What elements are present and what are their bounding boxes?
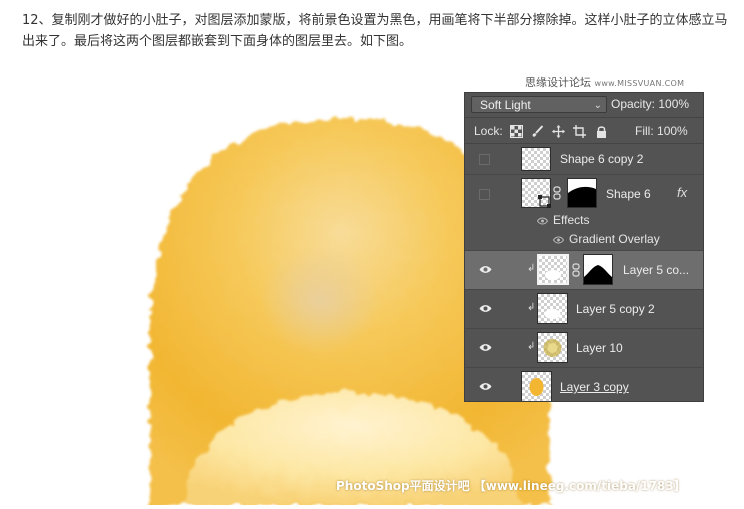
layers-panel: Soft Light ⌄ Opacity: 100% Lock: Fill: 1… (464, 92, 704, 402)
eye-icon[interactable] (479, 304, 492, 313)
layer-name: Layer 10 (576, 341, 623, 355)
layer-thumbnail (521, 178, 551, 208)
opacity-value[interactable]: 100% (658, 97, 689, 111)
layer-thumbnail (521, 371, 552, 401)
layer-name: Layer 3 copy (560, 380, 629, 394)
visibility-toggle[interactable] (479, 154, 490, 165)
layer-row-layer-3-copy[interactable]: Layer 3 copy (465, 368, 703, 401)
layer-name: Shape 6 copy 2 (560, 152, 644, 166)
tieba-watermark: PhotoShop平面设计吧 【www.lineeg.com/tieba/178… (336, 479, 686, 493)
clipping-mask-arrow-icon: ↲ (527, 302, 536, 313)
visibility-toggle[interactable] (479, 189, 490, 200)
chevron-down-icon: ⌄ (593, 100, 602, 111)
forum-watermark: 思缘设计论坛 www.MISSVUAN.COM (525, 76, 685, 89)
layer-thumbnail (537, 332, 568, 363)
lock-position-move-icon[interactable] (552, 125, 565, 138)
gradient-overlay-label: Gradient Overlay (569, 232, 660, 246)
clipping-mask-arrow-icon: ↲ (527, 341, 536, 352)
eye-icon[interactable] (537, 217, 548, 225)
fur-highlight (260, 245, 380, 355)
chain-link-icon[interactable] (553, 186, 561, 200)
lock-image-pixels-brush-icon[interactable] (531, 125, 544, 138)
layer-thumbnail (537, 254, 569, 285)
layer-row-layer-5-copy[interactable]: ↲ Layer 5 co... (465, 251, 703, 290)
blend-mode-select[interactable]: Soft Light ⌄ (471, 96, 607, 113)
layer-thumbnail (537, 293, 568, 324)
layer-name: Layer 5 copy 2 (576, 302, 655, 316)
effects-row[interactable]: Effects (465, 212, 703, 230)
fill-control[interactable]: Fill: 100% (635, 124, 688, 138)
layer-mask-thumbnail[interactable] (583, 254, 613, 285)
chain-link-icon[interactable] (572, 263, 580, 277)
panel-top-row: Soft Light ⌄ Opacity: 100% (465, 93, 703, 118)
clipping-mask-arrow-icon: ↲ (527, 263, 536, 274)
layer-row-layer-10[interactable]: ↲ Layer 10 (465, 329, 703, 368)
eye-icon[interactable] (479, 382, 492, 391)
lock-row: Lock: Fill: 100% (465, 119, 703, 144)
vector-mask-thumbnail[interactable] (567, 178, 597, 208)
lock-artboard-crop-icon[interactable] (573, 125, 586, 138)
eye-icon[interactable] (479, 343, 492, 352)
layer-name: Layer 5 co... (623, 263, 690, 277)
gradient-overlay-row[interactable]: Gradient Overlay (465, 231, 703, 251)
lock-all-padlock-icon[interactable] (595, 125, 608, 138)
eye-icon[interactable] (553, 236, 564, 244)
layer-thumbnail (521, 147, 551, 171)
eye-icon[interactable] (479, 265, 492, 274)
layer-row-layer-5-copy-2[interactable]: ↲ Layer 5 copy 2 (465, 290, 703, 329)
effects-label: Effects (553, 213, 590, 227)
layer-row-shape-6-copy-2[interactable]: Shape 6 copy 2 (465, 144, 703, 175)
vector-shape-icon (538, 195, 551, 208)
lock-label: Lock: (474, 124, 503, 138)
opacity-control[interactable]: Opacity: 100% (611, 97, 689, 111)
fx-icon[interactable]: fx (677, 185, 687, 200)
fill-value[interactable]: 100% (657, 124, 688, 138)
layer-row-shape-6[interactable]: Shape 6 fx (465, 175, 703, 215)
lock-transparent-pixels-icon[interactable] (510, 125, 523, 138)
layer-name: Shape 6 (606, 187, 651, 201)
